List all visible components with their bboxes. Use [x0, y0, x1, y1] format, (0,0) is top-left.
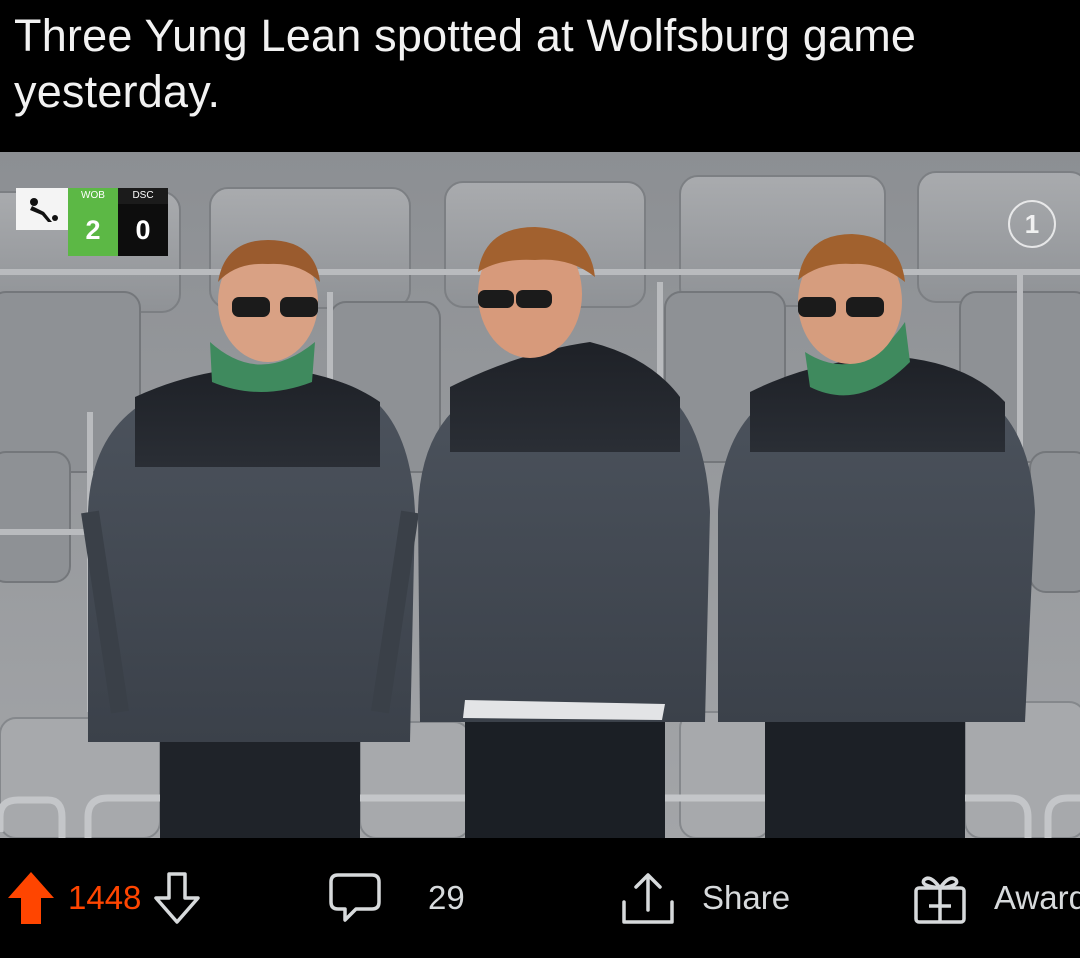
away-team: DSC 0: [118, 188, 168, 256]
comment-bubble-icon: [328, 871, 382, 925]
upvote-count: 1448: [68, 879, 142, 916]
award-button[interactable]: Award: [912, 838, 1080, 958]
away-team-abbr: DSC: [118, 188, 168, 204]
comments-button[interactable]: 29: [328, 838, 465, 958]
upvote-arrow-icon[interactable]: [6, 870, 56, 926]
post-title: Three Yung Lean spotted at Wolfsburg gam…: [14, 10, 917, 117]
league-logo-icon: [16, 188, 68, 230]
share-button[interactable]: Share: [620, 838, 790, 958]
award-gift-icon: [912, 870, 968, 926]
channel-logo: 1: [1008, 200, 1056, 248]
share-label: Share: [702, 879, 791, 916]
home-score: 2: [68, 204, 118, 256]
share-icon: [620, 870, 676, 926]
vote-controls: 1448: [6, 838, 201, 958]
post-action-bar: 1448 29 Share Award: [0, 838, 1080, 958]
away-score: 0: [118, 204, 168, 256]
comment-count: 29: [428, 879, 465, 916]
downvote-arrow-icon[interactable]: [153, 871, 201, 925]
scoreboard: WOB 2 DSC 0: [16, 188, 168, 256]
home-team-abbr: WOB: [68, 188, 118, 204]
home-team: WOB 2: [68, 188, 118, 256]
award-label: Award: [994, 879, 1080, 916]
